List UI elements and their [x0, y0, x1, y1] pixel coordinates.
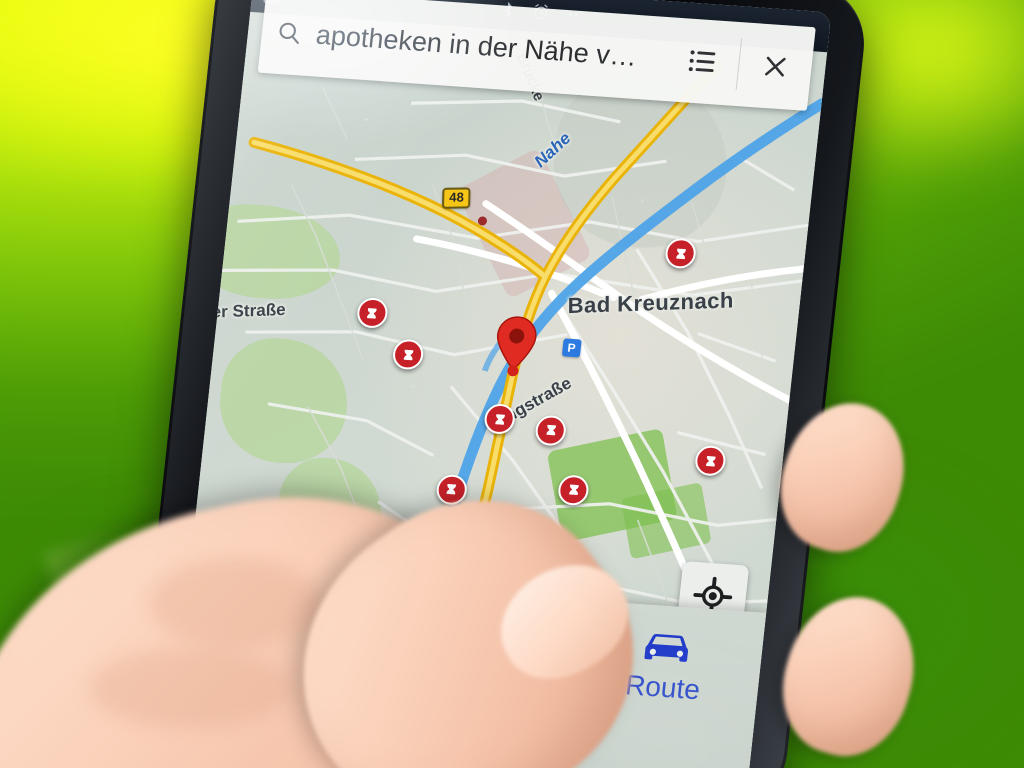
- close-icon: [765, 56, 786, 77]
- car-icon: [644, 634, 689, 662]
- pharmacy-icon: [546, 425, 557, 436]
- map-label-street-0: er Straße: [211, 299, 286, 322]
- pharmacy-icon: [495, 413, 505, 425]
- pharmacy-icon: [676, 248, 686, 259]
- road-shield-48: 48: [441, 187, 471, 209]
- phone-screen: Bad Kreuznach Nahe er Straße Brücke Ring…: [170, 0, 832, 768]
- list-icon: [688, 50, 716, 73]
- selected-location-marker[interactable]: [490, 315, 543, 380]
- pharmacy-icon: [367, 307, 377, 319]
- pharmacy-icon: [568, 484, 579, 496]
- search-icon: [279, 22, 299, 45]
- smartphone: Bad Kreuznach Nahe er Straße Brücke Ring…: [131, 0, 871, 768]
- pharmacy-icon: [705, 455, 716, 467]
- place-name: otheke: [301, 606, 415, 656]
- results-list-button[interactable]: [662, 17, 743, 106]
- pharmacy-icon: [403, 349, 414, 360]
- route-label: Route: [623, 669, 702, 706]
- photo-scene: Bad Kreuznach Nahe er Straße Brücke Ring…: [0, 0, 1024, 768]
- route-button[interactable]: Route: [566, 600, 766, 711]
- parking-badge[interactable]: P: [561, 338, 582, 358]
- pharmacy-icon: [446, 484, 457, 495]
- map-pin-icon: [497, 316, 537, 377]
- place-subtitle: e: [297, 662, 314, 691]
- search-query-text: apotheken in der Nähe v…: [314, 19, 639, 72]
- close-search-button[interactable]: [735, 22, 816, 111]
